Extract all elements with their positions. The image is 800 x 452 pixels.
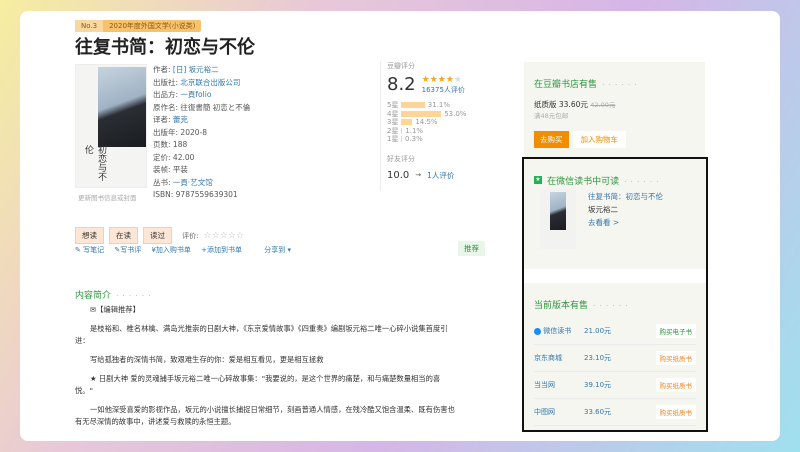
edition: 纸质版: [534, 100, 557, 109]
seller-row: 中图网 33.60元 购买纸质书: [534, 399, 696, 426]
info-row: 出品方: 一頁folio: [153, 90, 212, 99]
seller-buy-button[interactable]: 购买纸质书: [655, 378, 696, 392]
rating-bar: [401, 119, 413, 125]
rating-bar: [401, 110, 442, 117]
seller-row: 京东商城 23.10元 购买纸质书: [534, 345, 696, 372]
share-link[interactable]: 分享到 ▾: [264, 246, 291, 254]
rating-bar-row: 3星 14.5%: [387, 118, 438, 126]
rating-bar-row: 5星 31.1%: [387, 101, 451, 109]
rating-bar: [401, 136, 402, 142]
recommend-button[interactable]: 推荐: [458, 241, 485, 256]
info-row: ISBN: 9787559639301: [153, 190, 238, 199]
write-review-link[interactable]: ✎写书评: [114, 246, 141, 254]
rate-label: 评价:: [182, 232, 199, 240]
rating-score: 8.2: [387, 74, 416, 95]
rating-bar-row: 4星 53.0%: [387, 109, 467, 118]
read-button[interactable]: 读过: [143, 227, 172, 244]
weread-cover[interactable]: [540, 189, 576, 249]
intro-text: ✉【编辑推荐】是枝裕和、椎名林檎、满岛光推崇的日剧大神，《东京爱情故事》《四重奏…: [75, 304, 455, 435]
add-to-cart-button[interactable]: 加入购物车: [572, 131, 626, 148]
add-list-link[interactable]: +添加到书单: [201, 246, 242, 254]
info-row: 出版年: 2020-8: [153, 127, 207, 137]
seller-buy-button[interactable]: 购买纸质书: [655, 405, 696, 419]
rate-stars[interactable]: ☆☆☆☆☆: [204, 231, 244, 241]
rating-bar: [401, 127, 403, 134]
reading-button[interactable]: 在读: [109, 227, 138, 244]
rating-distribution: 5星 31.1% 4星 53.0% 3星 14.5% 2星 1.1% 1星 0.3%: [387, 101, 466, 144]
rating-bar: [401, 102, 425, 108]
rating-bar-row: 2星 1.1%: [387, 126, 424, 135]
price: 33.60元: [558, 100, 588, 109]
info-row: 丛书: 一頁·艺文馆: [153, 177, 213, 187]
friend-count[interactable]: 1人评价: [427, 170, 454, 181]
weread-book-link[interactable]: 往复书简：初恋与不伦: [588, 190, 663, 203]
info-row: 原作名: 往復書簡 初恋と不倫: [153, 102, 251, 112]
seller-price: 23.10元: [584, 354, 612, 362]
store-title: 在豆瓣书店有售: [534, 80, 598, 90]
reading-actions: 想读 在读 读过 评价: ☆☆☆☆☆: [75, 223, 244, 244]
arrow-icon: →: [415, 171, 422, 179]
shipping-note: 满48元包邮: [534, 112, 569, 120]
intro-paragraph: ★ 日剧大神 爱的灵魂捕手坂元裕二唯一心碎故事集："我要说的，是这个世界的痛楚，…: [75, 374, 441, 395]
intro-paragraph: 一如他深受喜爱的影视作品，坂元的小说擅长捕捉日常细节，刻画普通人情感，在残冷酷又…: [75, 405, 455, 426]
cover-photo: [98, 67, 146, 147]
seller-buy-button[interactable]: 购买纸质书: [655, 351, 696, 365]
book-cover[interactable]: 初恋与不伦: [75, 64, 147, 188]
seller-name[interactable]: 当当网: [534, 380, 584, 390]
seller-name[interactable]: 微信读书: [534, 326, 584, 336]
sellers-section: 当前版本有售 · · · · · · 微信读书 21.00元 购买电子书 京东商城 23…: [524, 283, 706, 430]
info-row: 作者: [日] 坂元裕二: [153, 65, 219, 74]
star-rating: ★★★★★: [421, 74, 462, 85]
write-note-link[interactable]: ✎ 写笔记: [75, 246, 104, 254]
seller-buy-button[interactable]: 购买电子书: [655, 324, 696, 338]
original-price: 42.00元: [590, 101, 616, 109]
action-links: ✎ 写笔记 ✎写书评 ¥加入购书单 +添加到书单 分享到 ▾: [75, 245, 299, 255]
buy-button[interactable]: 去购买: [534, 131, 569, 148]
cover-title: 初恋与不伦: [83, 145, 106, 181]
seller-price: 39.10元: [584, 381, 612, 389]
rating-bar-row: 1星 0.3%: [387, 135, 423, 143]
weread-logo-icon: [534, 327, 541, 335]
intro-paragraph: 是枝裕和、椎名林檎、满岛光推崇的日剧大神，《东京爱情故事》《四重奏》编剧坂元裕二…: [75, 324, 448, 345]
want-read-button[interactable]: 想读: [75, 227, 104, 244]
info-row: 译者: 蕾克: [153, 115, 188, 124]
seller-price: 33.60元: [584, 408, 612, 416]
weread-section: ★ 在微信读书中可读 · · · · · · 往复书简：初恋与不伦 坂元裕二 去…: [524, 159, 706, 269]
divider: [380, 61, 381, 191]
info-row: 页数: 188: [153, 140, 188, 149]
seller-name[interactable]: 中图网: [534, 407, 584, 417]
seller-row: 当当网 39.10元 购买纸质书: [534, 372, 696, 399]
rating-panel: 豆瓣评分 8.2 ★★★★★ 16375人评价 5星 31.1% 4星 53.0% 3星…: [387, 61, 466, 181]
weread-go-link[interactable]: 去看看 >: [588, 216, 663, 229]
seller-price: 21.00元: [584, 327, 612, 335]
weread-author: 坂元裕二: [588, 205, 618, 214]
book-title: 往复书简：初恋与不伦: [75, 37, 255, 58]
intro-paragraph: 写给孤独者的深情书简，致艰难生存的你：爱是相互看见，更是相互拯救: [90, 355, 324, 364]
book-info: 作者: [日] 坂元裕二出版社: 北京联合出版公司 出品方: 一頁folio 原作名…: [153, 64, 250, 202]
intro-paragraph: ✉【编辑推荐】: [90, 305, 140, 314]
rating-label: 豆瓣评分: [387, 62, 415, 70]
weread-icon: ★: [534, 175, 542, 184]
intro-header: 内容简介 · · · · · ·: [75, 291, 152, 301]
highlighted-panel: ★ 在微信读书中可读 · · · · · · 往复书简：初恋与不伦 坂元裕二 去…: [522, 157, 708, 432]
rating-count[interactable]: 16375人评价: [422, 85, 465, 95]
add-cart-link[interactable]: ¥加入购书单: [151, 246, 190, 254]
info-row: 定价: 42.00: [153, 152, 195, 162]
info-row: 出版社: 北京联合出版公司: [153, 77, 241, 87]
friend-rating-label: 好友评分: [387, 154, 415, 163]
ranking-badge[interactable]: No.3 2020年度外国文学(小说类): [75, 20, 202, 32]
friend-score: 10.0: [387, 169, 410, 181]
update-cover-link[interactable]: 更新图书信息或封面: [78, 192, 137, 202]
info-row: 装帧: 平装: [153, 165, 188, 174]
seller-row: 微信读书 21.00元 购买电子书: [534, 318, 696, 345]
seller-name[interactable]: 京东商城: [534, 353, 584, 363]
book-page: No.3 2020年度外国文学(小说类) 往复书简：初恋与不伦 初恋与不伦 更新图…: [20, 11, 780, 441]
